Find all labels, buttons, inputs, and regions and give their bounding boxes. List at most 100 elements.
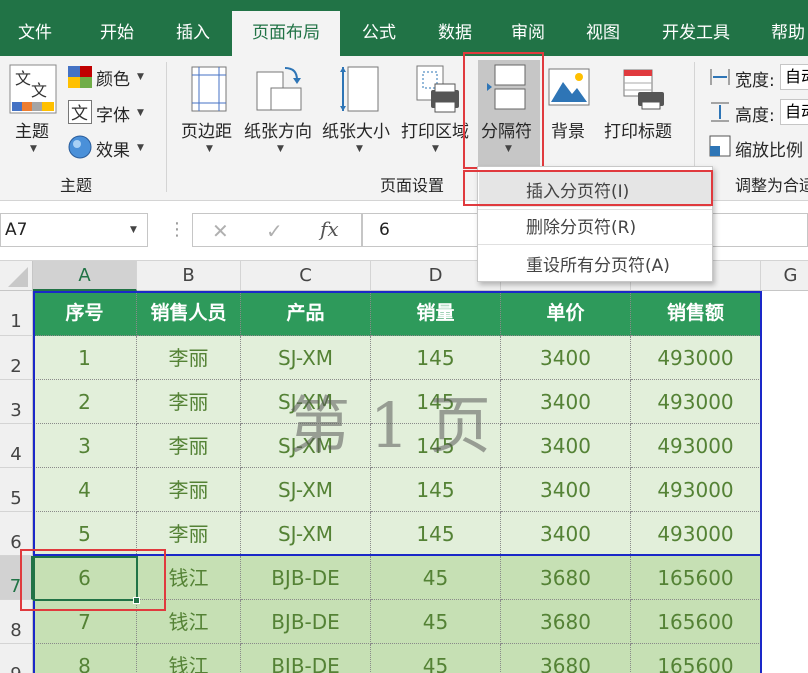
- effects-button[interactable]: 效果: [96, 136, 130, 161]
- colors-chevron-down-icon[interactable]: ▼: [137, 72, 144, 82]
- cell-product[interactable]: BJB-DE: [241, 600, 371, 644]
- tab-help[interactable]: 帮助: [758, 0, 808, 56]
- cell-product[interactable]: SJ-XM: [241, 512, 371, 556]
- tab-developer[interactable]: 开发工具: [642, 0, 750, 56]
- column-header-c[interactable]: C: [241, 261, 371, 291]
- header-cell-product[interactable]: 产品: [241, 291, 371, 336]
- cell-sales-amount[interactable]: 493000: [631, 380, 761, 424]
- menu-item-reset-all-page-breaks[interactable]: 重设所有分页符(A): [526, 251, 670, 276]
- header-cell-quantity[interactable]: 销量: [371, 291, 501, 336]
- cell-product[interactable]: SJ-XM: [241, 336, 371, 380]
- cell-quantity[interactable]: 145: [371, 512, 501, 556]
- cell-index[interactable]: 4: [33, 468, 137, 512]
- cell-salesperson[interactable]: 李丽: [137, 336, 241, 380]
- tab-formulas[interactable]: 公式: [342, 0, 416, 56]
- cell-unit-price[interactable]: 3400: [501, 380, 631, 424]
- cell-unit-price[interactable]: 3400: [501, 336, 631, 380]
- cell-salesperson[interactable]: 李丽: [137, 380, 241, 424]
- cell-unit-price[interactable]: 3400: [501, 424, 631, 468]
- cell-unit-price[interactable]: 3680: [501, 600, 631, 644]
- cell-quantity[interactable]: 45: [371, 644, 501, 673]
- cell-product[interactable]: SJ-XM: [241, 468, 371, 512]
- column-header-a[interactable]: A: [33, 261, 137, 291]
- fonts-icon[interactable]: 文: [68, 100, 92, 128]
- cell-sales-amount[interactable]: 493000: [631, 468, 761, 512]
- name-box[interactable]: A7: [0, 213, 148, 247]
- enter-icon[interactable]: ✓: [266, 219, 283, 243]
- themes-button[interactable]: 主题: [15, 117, 49, 142]
- tab-home[interactable]: 开始: [80, 0, 154, 56]
- colors-button[interactable]: 颜色: [96, 65, 130, 90]
- themes-chevron-down-icon[interactable]: ▼: [30, 144, 37, 154]
- tab-page-layout[interactable]: 页面布局: [232, 11, 340, 56]
- effects-icon[interactable]: [68, 135, 92, 163]
- cancel-icon[interactable]: ✕: [212, 219, 229, 243]
- cell-index[interactable]: 8: [33, 644, 137, 673]
- print-area-button[interactable]: 打印区域: [401, 117, 469, 142]
- cell-unit-price[interactable]: 3680: [501, 644, 631, 673]
- cell-sales-amount[interactable]: 493000: [631, 336, 761, 380]
- cell-quantity[interactable]: 145: [371, 336, 501, 380]
- scale-label[interactable]: 缩放比例: [735, 136, 803, 161]
- name-box-chevron-down-icon[interactable]: ▼: [130, 225, 137, 235]
- effects-chevron-down-icon[interactable]: ▼: [137, 143, 144, 153]
- tab-insert[interactable]: 插入: [156, 0, 230, 56]
- orientation-button[interactable]: 纸张方向: [244, 117, 312, 142]
- row-header-1[interactable]: 1: [0, 291, 33, 336]
- row-header-4[interactable]: 4: [0, 424, 33, 468]
- cell-quantity[interactable]: 145: [371, 468, 501, 512]
- cell-index[interactable]: 1: [33, 336, 137, 380]
- header-cell-index[interactable]: 序号: [33, 291, 137, 336]
- print-area-icon[interactable]: [415, 64, 461, 118]
- tab-view[interactable]: 视图: [566, 0, 640, 56]
- cell-product[interactable]: BJB-DE: [241, 556, 371, 600]
- tab-review[interactable]: 审阅: [492, 0, 564, 56]
- insert-function-icon[interactable]: fx: [320, 217, 339, 241]
- background-button[interactable]: 背景: [551, 117, 585, 142]
- column-header-g[interactable]: G: [761, 261, 808, 291]
- row-header-3[interactable]: 3: [0, 380, 33, 424]
- size-button[interactable]: 纸张大小: [322, 117, 390, 142]
- orientation-chevron-down-icon[interactable]: ▼: [277, 144, 284, 154]
- cell-salesperson[interactable]: 李丽: [137, 424, 241, 468]
- cell-index[interactable]: 2: [33, 380, 137, 424]
- fonts-button[interactable]: 字体: [96, 101, 130, 126]
- fonts-chevron-down-icon[interactable]: ▼: [137, 108, 144, 118]
- header-cell-sales-amount[interactable]: 销售额: [631, 291, 761, 336]
- print-area-chevron-down-icon[interactable]: ▼: [432, 144, 439, 154]
- cell-salesperson[interactable]: 李丽: [137, 468, 241, 512]
- cell-sales-amount[interactable]: 493000: [631, 512, 761, 556]
- column-g-cells[interactable]: [761, 291, 808, 673]
- cell-quantity[interactable]: 45: [371, 600, 501, 644]
- row-header-9[interactable]: 9: [0, 644, 33, 673]
- cell-quantity[interactable]: 45: [371, 556, 501, 600]
- row-header-2[interactable]: 2: [0, 336, 33, 380]
- size-icon[interactable]: [340, 66, 380, 116]
- size-chevron-down-icon[interactable]: ▼: [356, 144, 363, 154]
- cell-unit-price[interactable]: 3400: [501, 512, 631, 556]
- cell-unit-price[interactable]: 3680: [501, 556, 631, 600]
- menu-item-remove-page-break[interactable]: 删除分页符(R): [526, 213, 636, 238]
- tab-file[interactable]: 文件: [0, 0, 70, 56]
- height-select[interactable]: 自动: [780, 99, 808, 125]
- cell-sales-amount[interactable]: 165600: [631, 556, 761, 600]
- cell-sales-amount[interactable]: 165600: [631, 600, 761, 644]
- header-cell-unit-price[interactable]: 单价: [501, 291, 631, 336]
- cell-sales-amount[interactable]: 165600: [631, 644, 761, 673]
- tab-data[interactable]: 数据: [418, 0, 492, 56]
- column-header-b[interactable]: B: [137, 261, 241, 291]
- cell-product[interactable]: BJB-DE: [241, 644, 371, 673]
- select-all-corner[interactable]: [0, 261, 33, 291]
- cell-unit-price[interactable]: 3400: [501, 468, 631, 512]
- orientation-icon[interactable]: [255, 64, 305, 118]
- print-titles-icon[interactable]: [622, 68, 666, 114]
- margins-icon[interactable]: [191, 66, 227, 116]
- cell-index[interactable]: 3: [33, 424, 137, 468]
- width-select[interactable]: 自动: [780, 64, 808, 90]
- row-header-5[interactable]: 5: [0, 468, 33, 512]
- themes-icon[interactable]: 文 文: [9, 64, 57, 118]
- background-icon[interactable]: [548, 68, 590, 110]
- header-cell-salesperson[interactable]: 销售人员: [137, 291, 241, 336]
- cell-salesperson[interactable]: 钱江: [137, 644, 241, 673]
- colors-icon[interactable]: [68, 66, 92, 92]
